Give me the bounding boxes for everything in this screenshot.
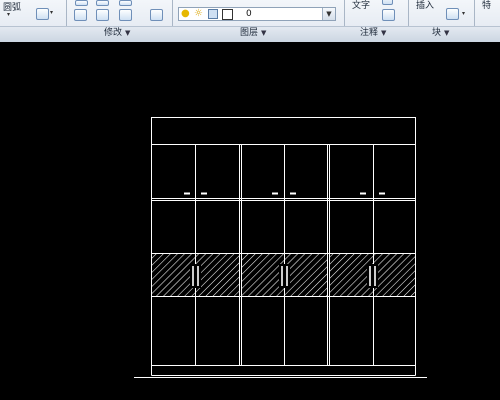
unlock-icon [208, 9, 218, 19]
layer-combo[interactable]: ● ☼ 0 ▼ [178, 7, 336, 21]
annotation-panel-dropdown-icon[interactable]: ▼ [381, 29, 386, 37]
ribbon: 圆弧 ▾ ▾ ● ☼ 0 ▼ 文字 插入 ▾ 特 修改 ▼ 图层 ▼ 注释 ▼ 块 ▼ [0, 0, 500, 43]
text-button-label[interactable]: 文字 [352, 0, 370, 11]
stretch-icon[interactable] [74, 9, 87, 21]
table-icon[interactable] [382, 9, 395, 21]
annotation-panel-label[interactable]: 注释 ▼ [360, 26, 386, 41]
block-more-icon[interactable]: ▾ [462, 10, 470, 20]
rotate-icon[interactable] [96, 0, 109, 6]
lightbulb-icon: ● [181, 8, 190, 19]
trim-icon[interactable] [119, 0, 132, 6]
hatch-icon[interactable] [36, 8, 49, 20]
block-panel-label[interactable]: 块 ▼ [432, 26, 449, 41]
scale-icon[interactable] [96, 9, 109, 21]
glass-band [151, 253, 416, 297]
fillet-icon[interactable] [150, 9, 163, 21]
insert-button-label[interactable]: 插入 [416, 0, 434, 11]
handle-gap [279, 264, 290, 288]
leader-icon[interactable] [382, 0, 393, 5]
draw-more-icon[interactable]: ▾ [50, 9, 59, 19]
arc-dropdown-icon[interactable]: ▾ [7, 11, 15, 18]
modify-panel-label[interactable]: 修改 ▼ [104, 26, 130, 41]
canvas-background [0, 42, 500, 400]
handle-gap [190, 264, 201, 288]
current-layer-name: 0 [246, 9, 252, 19]
handle-gap [367, 264, 378, 288]
layers-panel-label[interactable]: 图层 ▼ [240, 26, 266, 41]
block-panel-dropdown-icon[interactable]: ▼ [444, 29, 449, 37]
layers-panel-dropdown-icon[interactable]: ▼ [261, 29, 266, 37]
color-swatch-icon [222, 9, 233, 20]
block-editor-icon[interactable] [446, 8, 459, 20]
move-icon[interactable] [75, 0, 88, 6]
array-icon[interactable] [119, 9, 132, 21]
modify-panel-dropdown-icon[interactable]: ▼ [125, 29, 130, 37]
sun-icon: ☼ [194, 8, 203, 19]
clipped-button-label[interactable]: 特 [482, 0, 500, 11]
layer-dropdown-icon[interactable]: ▼ [322, 8, 335, 20]
drawing-canvas[interactable] [0, 42, 500, 400]
